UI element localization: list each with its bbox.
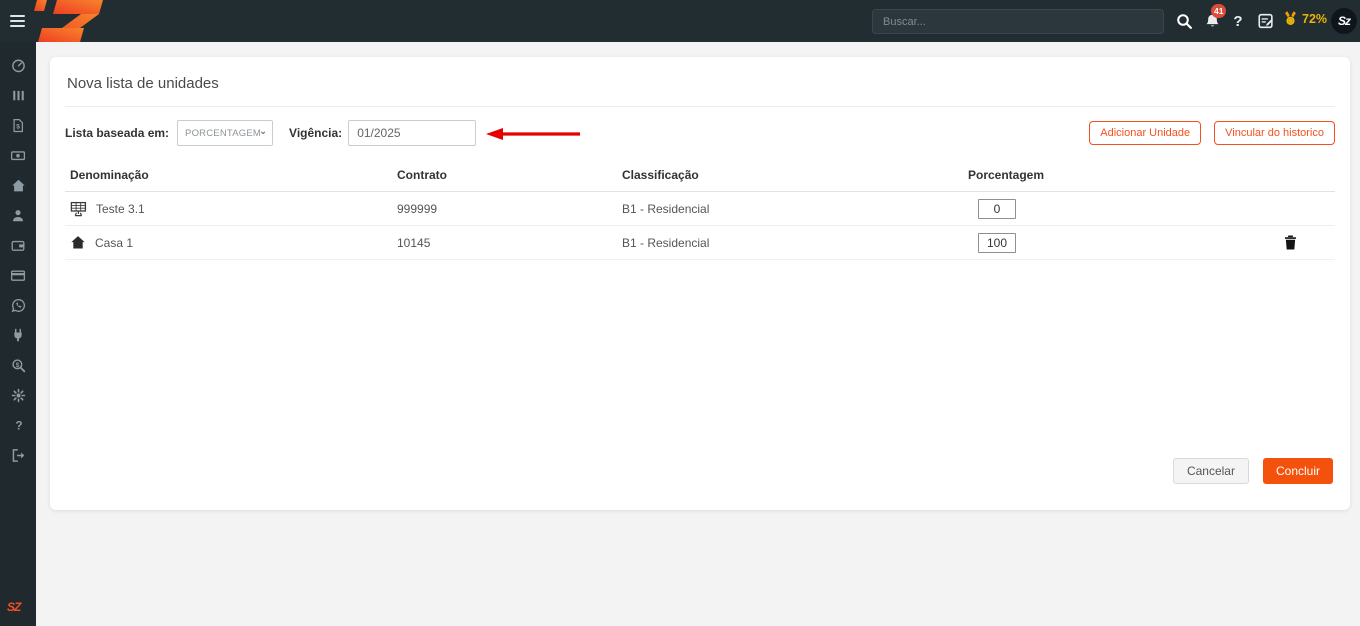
sidebar-item-user-icon[interactable] [0,200,36,230]
solar-panel-icon [70,201,87,217]
sidebar-item-gear-icon[interactable] [0,380,36,410]
menu-toggle-icon[interactable] [10,15,25,27]
percentage-input[interactable] [978,233,1016,253]
svg-text:?: ? [15,419,22,432]
red-annotation-arrow [485,127,581,141]
gauge-score-medal[interactable]: 72% [1283,10,1327,27]
trash-icon [1284,235,1297,250]
cancel-button[interactable]: Cancelar [1173,458,1249,484]
chevron-down-icon [261,129,265,137]
medal-icon [1283,10,1298,27]
percentage-input[interactable] [978,199,1016,219]
unit-name: Teste 3.1 [96,202,145,216]
sidebar-item-credit-card-icon[interactable] [0,260,36,290]
sidebar-item-help-icon[interactable]: ? [0,410,36,440]
header-classificacao: Classificação [622,168,968,182]
topbar: 41 ? 72% Sz [0,0,1360,42]
search-input[interactable] [872,9,1164,34]
new-unit-list-panel: Nova lista de unidades Lista baseada em:… [50,57,1350,510]
notification-count-badge: 41 [1211,4,1226,18]
user-avatar[interactable]: Sz [1331,8,1357,34]
header-contrato: Contrato [397,168,622,182]
unit-name: Casa 1 [95,236,133,250]
table-row: Casa 1 10145 B1 - Residencial [65,226,1335,260]
svg-text:$: $ [16,123,20,130]
svg-text:$: $ [15,361,19,368]
vigencia-label: Vigência: [289,126,342,140]
sidebar-item-search-dollar-icon[interactable]: $ [0,350,36,380]
score-percent-label: 72% [1302,12,1327,26]
table-row: Teste 3.1 999999 B1 - Residencial [65,192,1335,226]
sidebar-item-logout-icon[interactable] [0,440,36,470]
sidebar-item-home-icon[interactable] [0,170,36,200]
delete-unit-button[interactable] [1284,235,1297,250]
table-header-row: Denominação Contrato Classificação Porce… [65,163,1335,192]
brand-logo-z-icon[interactable] [30,0,108,42]
sidebar-item-whatsapp-icon[interactable] [0,290,36,320]
list-form-row: Lista baseada em: PORCENTAGEM Vigência: … [65,120,1335,146]
sidebar-item-bar-chart-icon[interactable] [0,80,36,110]
sidebar-item-money-bill-icon[interactable] [0,140,36,170]
unit-classification: B1 - Residencial [622,202,968,216]
units-table: Denominação Contrato Classificação Porce… [65,163,1335,260]
sidebar-item-wallet-icon[interactable] [0,230,36,260]
based-on-label: Lista baseada em: [65,126,169,140]
add-unit-button[interactable]: Adicionar Unidade [1089,121,1201,145]
page-title: Nova lista de unidades [65,73,1335,107]
home-icon [70,235,86,250]
help-icon[interactable]: ? [1228,11,1248,31]
based-on-selected-value: PORCENTAGEM [185,128,261,139]
link-history-button[interactable]: Vincular do historico [1214,121,1335,145]
sidebar-item-dashboard-icon[interactable] [0,50,36,80]
search-icon[interactable] [1174,11,1194,31]
header-denominacao: Denominação [65,168,397,182]
based-on-select[interactable]: PORCENTAGEM [177,120,273,146]
vigencia-input[interactable] [348,120,476,146]
form-edit-icon[interactable] [1256,11,1276,31]
unit-contract: 999999 [397,202,622,216]
panel-footer: Cancelar Concluir [65,458,1335,496]
header-porcentagem: Porcentagem [968,168,1168,182]
sidebar-footer-logo: SZ [7,600,20,614]
unit-classification: B1 - Residencial [622,236,968,250]
confirm-button[interactable]: Concluir [1263,458,1333,484]
sidebar: $ $ ? [0,42,36,626]
sidebar-item-invoice-icon[interactable]: $ [0,110,36,140]
unit-contract: 10145 [397,236,622,250]
main-content: Nova lista de unidades Lista baseada em:… [36,42,1360,626]
sidebar-item-plug-icon[interactable] [0,320,36,350]
